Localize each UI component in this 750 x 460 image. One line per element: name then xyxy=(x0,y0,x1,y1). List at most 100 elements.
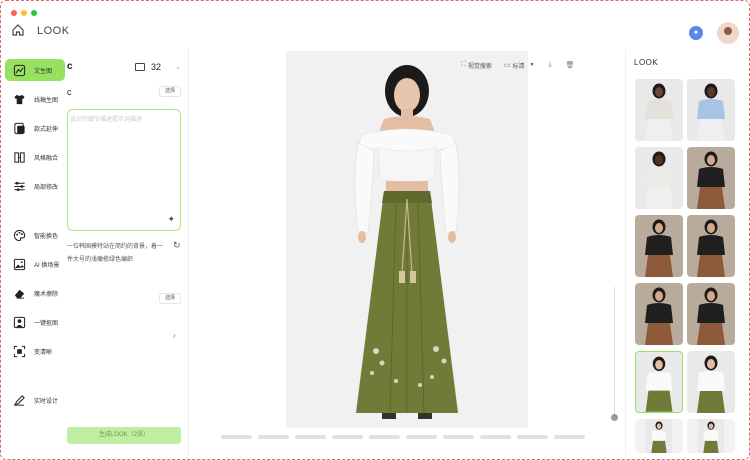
look-thumbnail[interactable] xyxy=(635,147,683,209)
visual-search-button[interactable]: ⛶ 视觉搜索 xyxy=(461,61,492,70)
nav-label: 实时设计 xyxy=(34,398,59,405)
nav-item-sharpen[interactable]: 变清晰 xyxy=(5,340,65,362)
look-thumbnail[interactable] xyxy=(687,147,735,209)
image-count-selector[interactable]: 32 ⌄ xyxy=(135,62,181,72)
thumbnail-illustration xyxy=(645,419,673,453)
zoom-slider-handle[interactable] xyxy=(611,414,618,421)
pager-dot[interactable] xyxy=(295,435,326,439)
thumbnail-illustration xyxy=(687,215,735,277)
sparkle-icon[interactable]: ✦ xyxy=(167,214,175,225)
pager-dot[interactable] xyxy=(517,435,548,439)
nav-label: 风格融合 xyxy=(34,155,59,162)
look-panel-title: LOOK xyxy=(634,58,659,67)
pager-dot[interactable] xyxy=(258,435,289,439)
look-thumbnail[interactable] xyxy=(635,419,683,453)
generate-button[interactable]: 生成LOOK（2张） xyxy=(67,427,181,444)
image-toolbar: ⛶ 视觉搜索 ▭ 标清 ▼ ⤓ 🗑 xyxy=(461,59,575,71)
refresh-icon[interactable]: ↻ xyxy=(173,240,181,251)
chevron-down-icon: ⌄ xyxy=(175,64,181,71)
top-bar: LOOK ✦ xyxy=(1,19,750,47)
home-icon[interactable] xyxy=(11,23,25,37)
nav-item-sketch-to-image[interactable]: 线稿生图 xyxy=(5,88,65,110)
text-image-icon xyxy=(12,63,26,77)
left-nav: 文生图 线稿生图 款式延伸 风格融合 局部修改 智能换色 AI 换场景 魔术擦除… xyxy=(5,55,67,455)
thumbnail-illustration xyxy=(636,352,682,412)
pager-dot[interactable] xyxy=(369,435,400,439)
look-thumbnail[interactable] xyxy=(635,79,683,141)
minimize-dot[interactable] xyxy=(21,10,27,16)
nav-label: 局部修改 xyxy=(34,184,59,191)
prompt-placeholder: 设计的细节描述提示词描述 xyxy=(70,117,143,123)
select-button[interactable]: 选择 xyxy=(159,86,181,97)
thumbnail-illustration xyxy=(635,147,683,209)
app-window: LOOK ✦ 文生图 线稿生图 款式延伸 风格融合 局部修改 智能换色 AI 换… xyxy=(0,0,750,460)
panel-subheading: c xyxy=(67,87,72,97)
look-thumbnail[interactable] xyxy=(687,283,735,345)
select-button-2[interactable]: 选择 xyxy=(159,293,181,304)
pager-dot[interactable] xyxy=(480,435,511,439)
look-thumbnail[interactable] xyxy=(635,215,683,277)
look-thumbnail[interactable] xyxy=(687,215,735,277)
pager-dot[interactable] xyxy=(221,435,252,439)
nav-item-live-design[interactable]: 实时设计 xyxy=(5,389,65,411)
zoom-slider-track[interactable] xyxy=(614,287,615,417)
look-thumbnail[interactable] xyxy=(635,351,683,413)
image-pager xyxy=(221,435,585,439)
nav-item-text-to-image[interactable]: 文生图 xyxy=(5,59,65,81)
pager-dot[interactable] xyxy=(406,435,437,439)
settings-panel: c 32 ⌄ c 选择 设计的细节描述提示词描述 ✦ 一位韩国模特站在简约的背景… xyxy=(67,49,189,455)
blend-icon xyxy=(12,150,26,164)
panel-heading: c xyxy=(67,61,73,72)
close-dot[interactable] xyxy=(11,10,17,16)
look-thumbnail[interactable] xyxy=(687,79,735,141)
pager-dot[interactable] xyxy=(332,435,363,439)
nav-item-magic-erase[interactable]: 魔术擦除 xyxy=(5,282,65,304)
thumbnail-illustration xyxy=(635,283,683,345)
nav-label: 款式延伸 xyxy=(34,126,59,133)
nav-label: 智能换色 xyxy=(34,233,59,240)
thumbnail-illustration xyxy=(687,351,735,413)
main-preview-image[interactable] xyxy=(286,51,528,428)
hd-icon: ▭ xyxy=(503,62,511,69)
style-extend-icon xyxy=(12,121,26,135)
nav-label: 变清晰 xyxy=(34,349,53,356)
look-thumbnail[interactable] xyxy=(687,419,735,453)
nav-label: 魔术擦除 xyxy=(34,291,59,298)
scene-icon xyxy=(12,257,26,271)
nav-item-local-edit[interactable]: 局部修改 xyxy=(5,175,65,197)
quality-label: 标清 xyxy=(512,63,525,70)
model-illustration xyxy=(286,51,528,428)
aspect-icon xyxy=(135,63,145,71)
download-button[interactable]: ⤓ xyxy=(549,61,552,69)
thumbnail-illustration xyxy=(635,215,683,277)
zoom-dot[interactable] xyxy=(31,10,37,16)
example-prompt[interactable]: 一位韩国模特站在简约的背景，着一件大号的浅橄榄绿色编织 xyxy=(67,241,167,267)
cutout-icon xyxy=(12,315,26,329)
more-icon[interactable]: › xyxy=(173,331,176,340)
notification-icon[interactable]: ✦ xyxy=(689,26,703,40)
scan-icon: ⛶ xyxy=(461,61,466,68)
pager-dot[interactable] xyxy=(443,435,474,439)
nav-label: 一键抠图 xyxy=(34,320,59,327)
delete-button[interactable]: 🗑 xyxy=(566,61,575,69)
nav-item-style-extend[interactable]: 款式延伸 xyxy=(5,117,65,139)
thumbnail-illustration xyxy=(697,419,725,453)
eraser-icon xyxy=(12,286,26,300)
download-icon: ⤓ xyxy=(548,61,552,68)
nav-item-smart-recolor[interactable]: 智能换色 xyxy=(5,224,65,246)
nav-label: 文生图 xyxy=(34,68,53,75)
shirt-icon xyxy=(12,92,26,106)
thumbnail-illustration xyxy=(687,79,735,141)
look-thumbnail[interactable] xyxy=(635,283,683,345)
window-controls xyxy=(11,10,37,16)
quality-select[interactable]: ▭ 标清 ▼ xyxy=(504,61,535,70)
thumbnail-illustration xyxy=(687,283,735,345)
nav-item-ai-scene[interactable]: AI 换场景 xyxy=(5,253,65,275)
look-thumbnail[interactable] xyxy=(687,351,735,413)
nav-item-cutout[interactable]: 一键抠图 xyxy=(5,311,65,333)
prompt-textarea[interactable]: 设计的细节描述提示词描述 ✦ xyxy=(67,109,181,231)
nav-item-style-blend[interactable]: 风格融合 xyxy=(5,146,65,168)
pager-dot[interactable] xyxy=(554,435,585,439)
user-avatar[interactable] xyxy=(717,22,739,44)
nav-label: AI 换场景 xyxy=(34,262,60,269)
